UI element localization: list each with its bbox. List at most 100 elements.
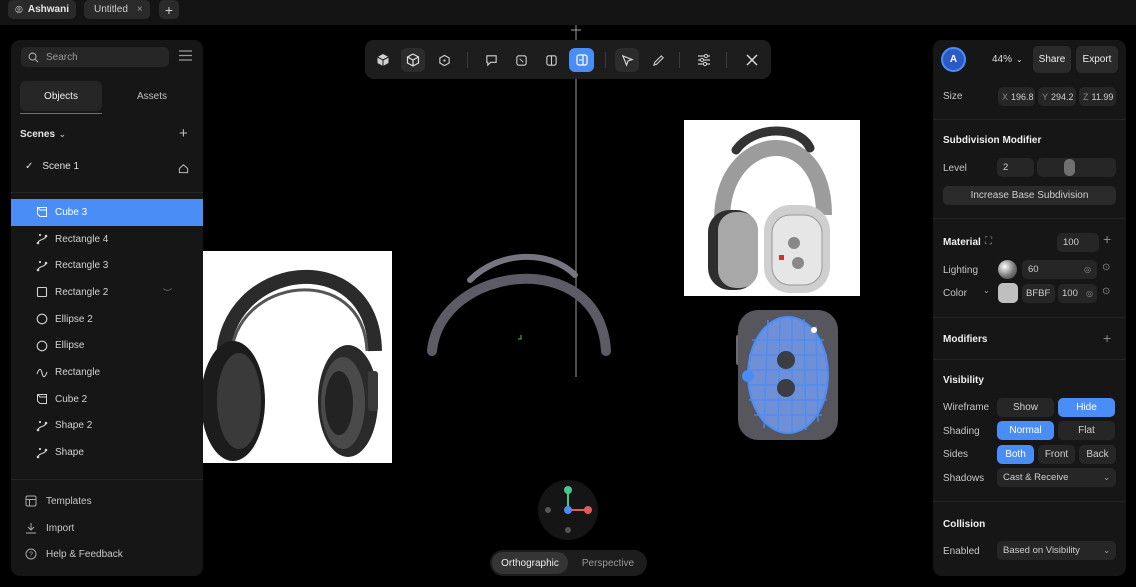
size-x-field[interactable]: X 196.8 (998, 87, 1035, 106)
lighting-field[interactable]: 60 ◎ (1022, 260, 1097, 279)
align-tool-button[interactable] (569, 48, 594, 72)
add-material-button[interactable]: + (1103, 231, 1111, 247)
layer-item[interactable]: Rectangle 4 (11, 226, 203, 253)
cube-outline-tool-button[interactable] (401, 48, 425, 72)
share-button[interactable]: Share (1033, 46, 1071, 73)
import-link[interactable]: Import (25, 518, 74, 538)
document-tab[interactable]: Untitled × (84, 0, 150, 19)
layer-item[interactable]: Rectangle 3 (11, 252, 203, 279)
color-opacity-field[interactable]: 100 ◎ (1058, 284, 1097, 303)
add-scene-button[interactable]: + (179, 125, 188, 142)
headphones-image-black[interactable] (203, 251, 392, 463)
select-tool-button[interactable] (615, 48, 639, 72)
layer-item[interactable]: Ellipse (11, 333, 203, 360)
settings-sliders-button[interactable] (692, 48, 716, 72)
layers-panel: Search Objects Assets Scenes ⌄ + ✓ Scene… (11, 40, 203, 576)
add-modifier-button[interactable]: + (1103, 330, 1111, 346)
home-icon[interactable] (178, 163, 189, 177)
menu-icon[interactable] (179, 50, 192, 64)
export-button[interactable]: Export (1076, 46, 1118, 73)
slider-thumb[interactable] (1064, 159, 1075, 176)
expand-icon[interactable]: ⛶ (985, 236, 992, 247)
sides-both-label: Both (1005, 449, 1026, 460)
earcup-wireframe-object[interactable] (734, 310, 839, 441)
chevron-down-icon: ⌄ (1016, 55, 1023, 64)
layer-item[interactable]: Cube 2 (11, 386, 203, 413)
pen-tool-button[interactable] (646, 48, 670, 72)
path-icon (35, 233, 48, 246)
layer-label: Cube 3 (55, 206, 88, 218)
scene-item[interactable]: ✓ Scene 1 (25, 161, 79, 172)
sides-label: Sides (943, 449, 969, 460)
user-name: Ashwani (27, 4, 69, 15)
collision-select[interactable]: Based on Visibility ⌄ (997, 541, 1116, 560)
comment-tool-button[interactable] (479, 48, 503, 72)
close-toolbar-button[interactable] (740, 48, 764, 72)
layer-item[interactable]: Rectangle (11, 359, 203, 386)
size-label: Size (943, 91, 963, 102)
zoom-dropdown[interactable]: 44% ⌄ (992, 54, 1023, 65)
orthographic-button[interactable]: Orthographic (492, 552, 568, 574)
chevron-down-icon: ⌄ (1103, 473, 1110, 482)
path-icon (35, 446, 48, 459)
size-z-field[interactable]: Z 11.99 (1079, 87, 1116, 106)
frame-tool-button[interactable] (509, 48, 533, 72)
level-slider[interactable] (1037, 158, 1116, 177)
layer-item[interactable]: Shape (11, 439, 203, 466)
color-swatch[interactable] (998, 283, 1018, 303)
layer-item[interactable]: Shape 2 (11, 413, 203, 440)
sides-both-button[interactable]: Both (997, 445, 1034, 464)
box-tool-button[interactable] (432, 48, 456, 72)
divider (933, 317, 1126, 318)
shading-flat-button[interactable]: Flat (1058, 421, 1115, 440)
wireframe-show-button[interactable]: Show (997, 398, 1054, 417)
level-field[interactable]: 2 (997, 158, 1034, 177)
sides-front-button[interactable]: Front (1038, 445, 1075, 464)
orientation-gizmo[interactable] (537, 479, 599, 541)
split-view-button[interactable] (539, 48, 563, 72)
user-tab[interactable]: Ashwani (8, 0, 76, 19)
cube-icon (35, 393, 48, 406)
wireframe-hide-button[interactable]: Hide (1058, 398, 1115, 417)
shading-normal-button[interactable]: Normal (997, 421, 1054, 440)
scenes-header[interactable]: Scenes ⌄ (20, 129, 66, 140)
color-opacity-value: 100 (1062, 288, 1078, 299)
avatar[interactable]: A (941, 47, 966, 72)
visibility-toggle-icon[interactable]: ⊙ (1102, 286, 1110, 297)
templates-link[interactable]: Templates (25, 491, 92, 511)
increase-subdivision-button[interactable]: Increase Base Subdivision (943, 186, 1116, 205)
import-icon (25, 522, 38, 534)
shading-flat-label: Flat (1078, 425, 1095, 436)
layer-item[interactable]: Ellipse 2 (11, 306, 203, 333)
size-y-field[interactable]: Y 294.2 (1038, 87, 1076, 106)
layer-item[interactable]: Cube 3 (11, 199, 203, 226)
material-opacity-value: 100 (1063, 237, 1079, 248)
add-tab-button[interactable]: + (159, 0, 179, 19)
color-hex-field[interactable]: BFBF (1022, 284, 1055, 303)
tab-assets[interactable]: Assets (111, 81, 193, 111)
help-icon: ? (25, 548, 38, 560)
visibility-toggle-icon[interactable]: ⊙ (1102, 262, 1110, 273)
shadows-select[interactable]: Cast & Receive ⌄ (997, 468, 1116, 487)
search-input[interactable]: Search (21, 47, 169, 67)
sides-back-button[interactable]: Back (1079, 445, 1116, 464)
hidden-eye-icon[interactable]: ︶ (163, 286, 172, 299)
headphones-image-white[interactable] (684, 120, 860, 296)
lighting-sphere-icon[interactable] (998, 260, 1017, 279)
chevron-down-icon[interactable]: ⌄ (983, 286, 990, 295)
increase-subdivision-label: Increase Base Subdivision (970, 190, 1089, 201)
toolbar-divider (605, 52, 606, 68)
cube-tool-button[interactable] (371, 48, 395, 72)
material-opacity-field[interactable]: 100 (1057, 233, 1099, 252)
wave-icon (35, 366, 48, 379)
layer-item[interactable]: Rectangle 2 ︶ (11, 279, 203, 306)
square-icon (35, 286, 48, 299)
close-tab-icon[interactable]: × (137, 4, 143, 15)
circle-icon (35, 339, 48, 352)
help-link[interactable]: ? Help & Feedback (25, 544, 123, 564)
shading-normal-label: Normal (1009, 425, 1042, 436)
help-label: Help & Feedback (46, 548, 123, 560)
tab-objects[interactable]: Objects (20, 81, 102, 111)
perspective-button[interactable]: Perspective (570, 552, 646, 574)
view-mode-switch: Orthographic Perspective (490, 550, 647, 576)
